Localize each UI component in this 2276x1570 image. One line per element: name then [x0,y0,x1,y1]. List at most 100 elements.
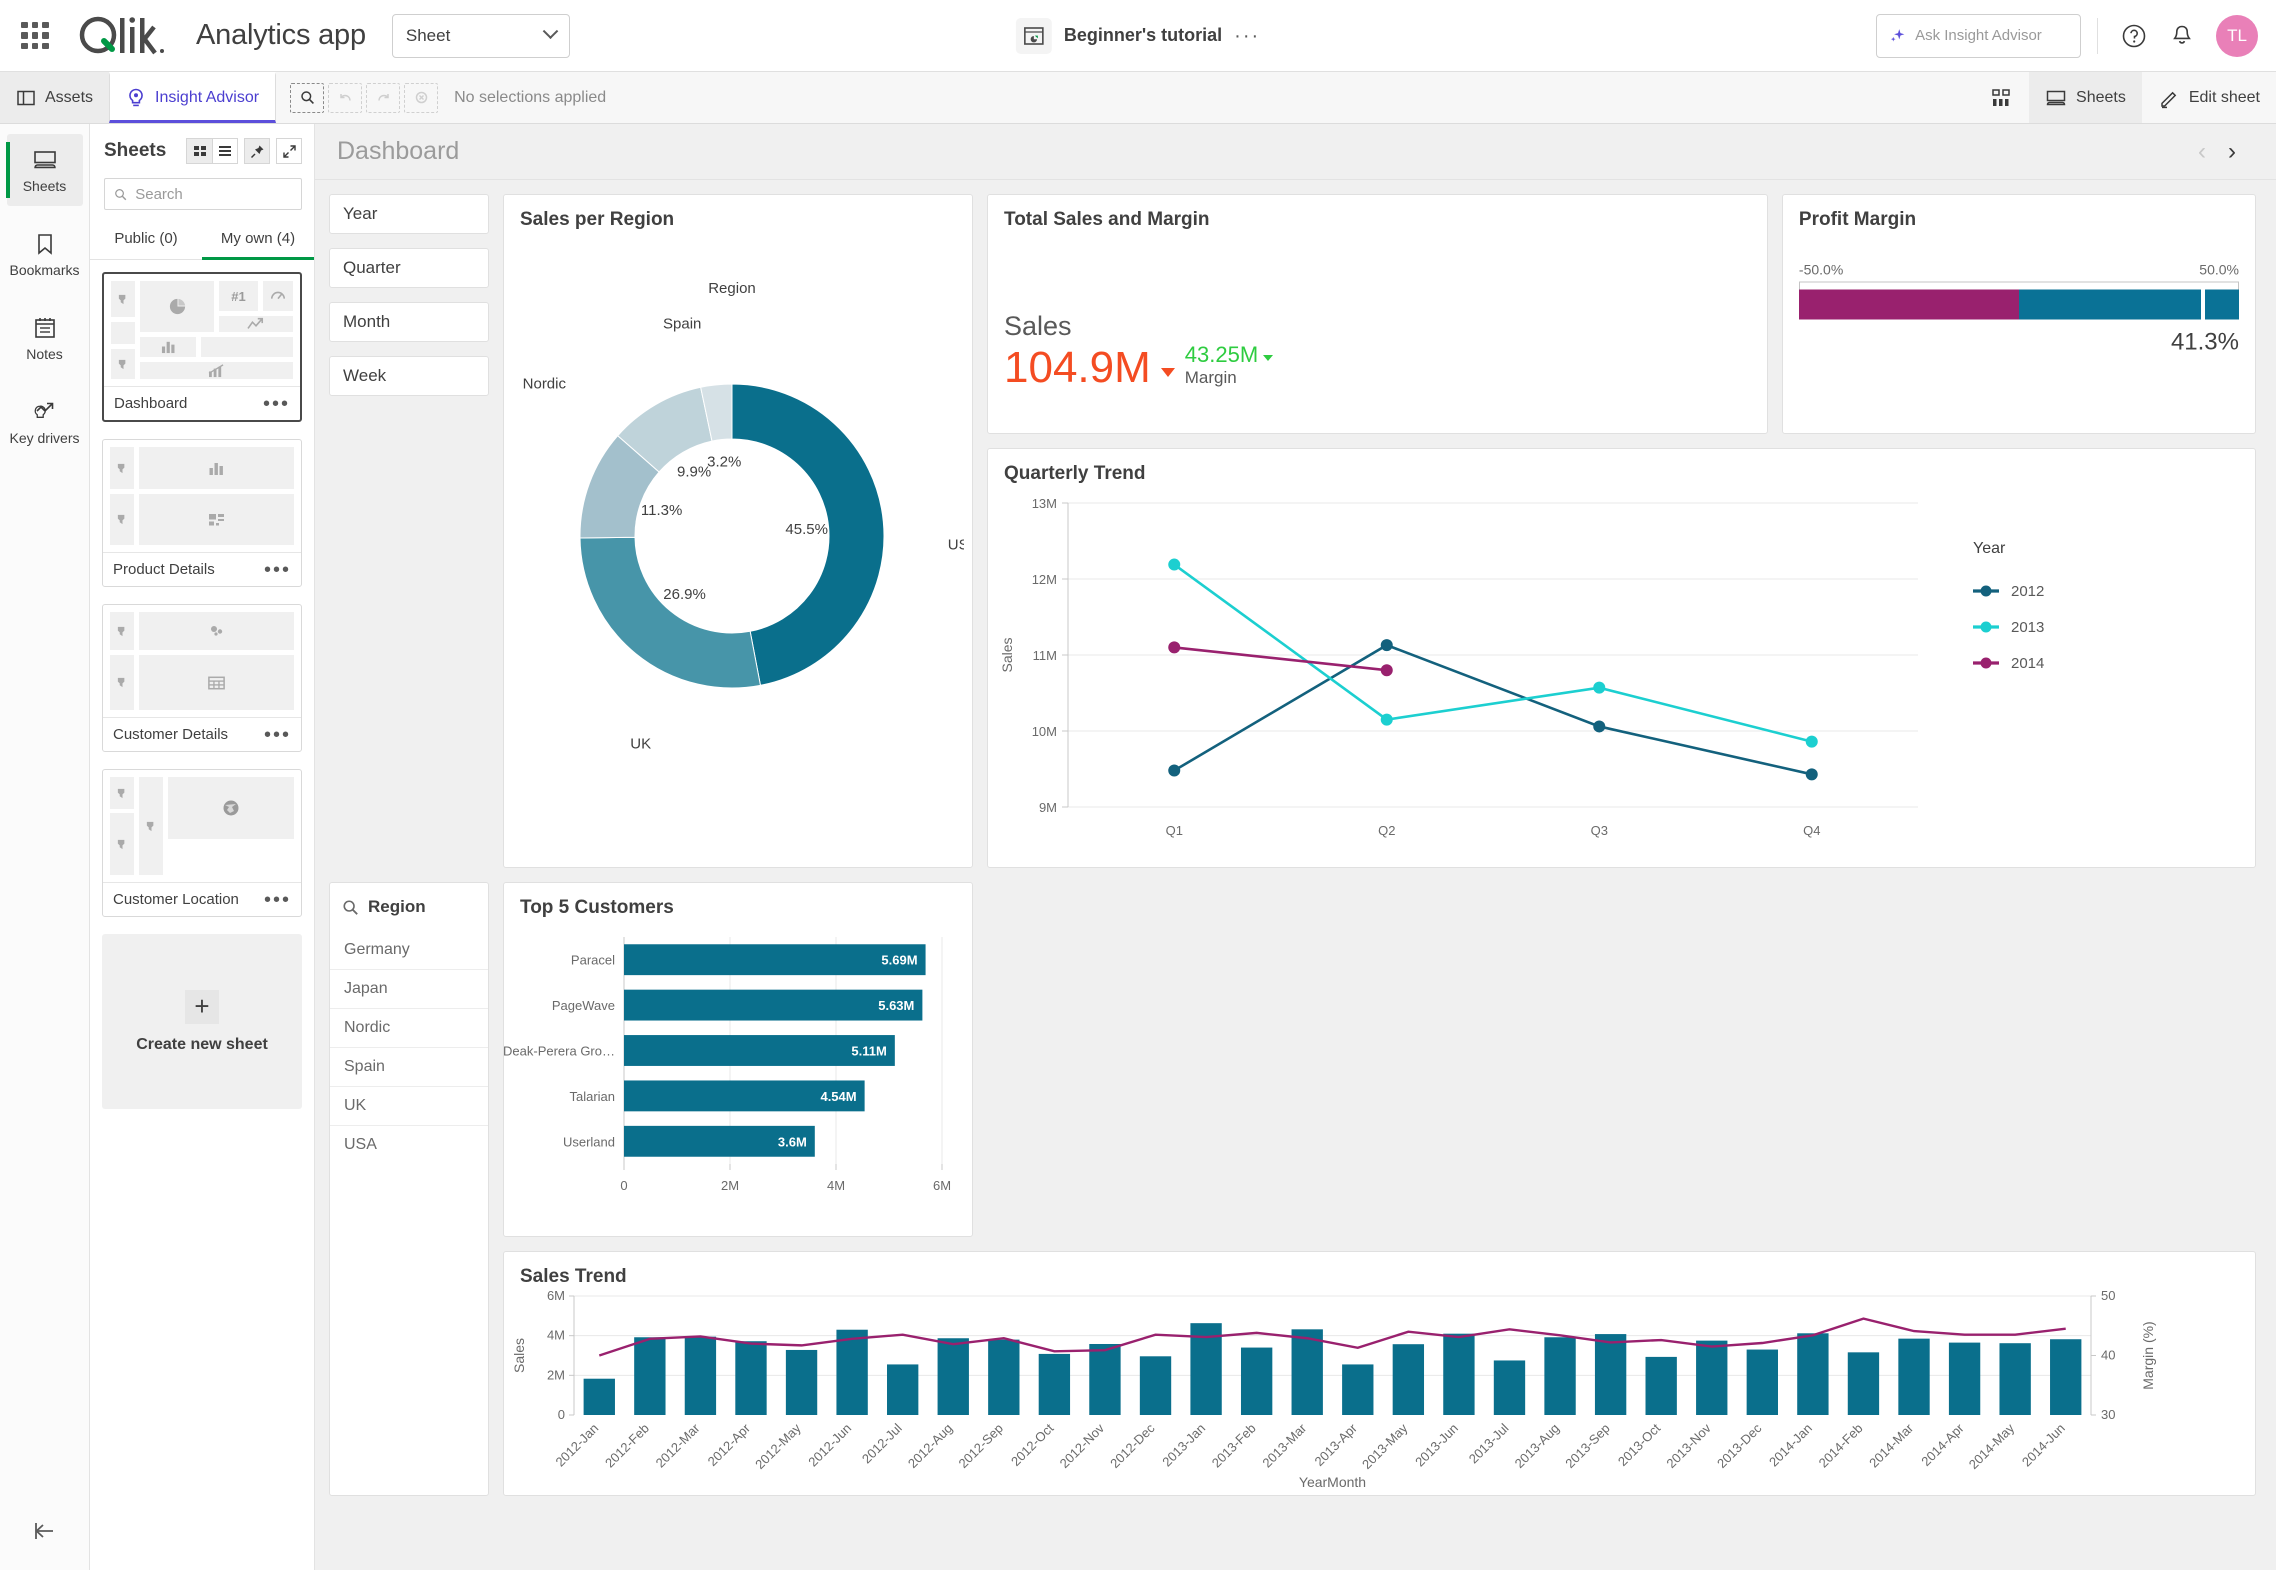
sheet-card-footer: Product Details ••• [103,552,301,586]
sidebar-item-notes[interactable]: Notes [7,302,83,374]
list-item[interactable]: Nordic [330,1008,488,1047]
filter-quarter[interactable]: Quarter [329,248,489,288]
sheet-card-menu-button[interactable]: ••• [264,890,291,910]
sheets-search[interactable] [104,178,302,210]
sheet-selector[interactable]: Sheet [391,13,570,58]
app-launcher-icon[interactable] [18,19,52,53]
clear-selections-icon[interactable] [404,82,439,113]
insight-advisor-tab[interactable]: Insight Advisor [109,72,277,123]
plus-icon: + [185,989,219,1024]
insight-advisor-label: Insight Advisor [155,88,260,106]
ask-insight-advisor-box[interactable] [1876,13,2081,58]
ask-insight-advisor-input[interactable] [1915,27,2068,44]
kpi-profit-margin[interactable]: Profit Margin -50.0% 50.0% 41.3% [1781,194,2256,434]
sheet-card-customer-location[interactable]: Customer Location ••• [102,769,302,917]
thumb-treemap-icon [139,494,294,545]
svg-text:6M: 6M [933,1178,951,1193]
svg-text:2013-Jan: 2013-Jan [1159,1421,1208,1470]
chart-quarterly-trend[interactable]: Quarterly Trend 9M 10M 11M 12M 13M Sales Q1 Q2 Q… [987,448,2256,868]
grid-view-icon[interactable] [186,138,212,164]
svg-text:45.5%: 45.5% [785,521,828,538]
chart-sales-per-region[interactable]: Sales per Region Region 45.5% USA 26.9% UK 11… [503,194,973,868]
svg-text:Q4: Q4 [1803,823,1820,838]
tab-my-own[interactable]: My own (4) [202,224,314,260]
svg-text:Talarian: Talarian [569,1089,615,1104]
gauge-axis [1798,281,2239,290]
list-item[interactable]: USA [330,1125,488,1164]
help-icon[interactable] [2114,16,2154,56]
region-pane-header[interactable]: Region [330,883,488,931]
donut-chart[interactable]: Region45.5%USA26.9%UK11.3%Japan9.9%Nordi… [504,231,964,831]
chart-top-5-customers[interactable]: Top 5 Customers 0 2M 4M 6M Paracel 5.69M PageW… [503,882,973,1237]
sheet-card-footer: Customer Location ••• [103,882,301,916]
chart-sales-trend[interactable]: Sales Trend 0 2M 4M 6M 30 40 50 Sales Margin (%)… [503,1251,2256,1496]
current-app: Beginner's tutorial ··· [1015,17,1260,54]
sheet-card-product-details[interactable]: Product Details ••• [102,439,302,587]
kpi-total-sales-and-margin[interactable]: Total Sales and Margin Sales 104.9M 43.2… [987,194,1768,434]
horizontal-bar-chart[interactable]: 0 2M 4M 6M Paracel 5.69M PageWave 5.63M Deak-Per… [504,919,964,1224]
svg-text:4M: 4M [827,1178,845,1193]
sheet-card-menu-button[interactable]: ••• [264,725,291,745]
sheets-label: Sheets [2076,88,2126,106]
svg-text:11.3%: 11.3% [641,502,682,519]
svg-text:YearMonth: YearMonth [1299,1474,1366,1490]
sidebar-item-bookmarks[interactable]: Bookmarks [7,218,83,290]
next-sheet-icon[interactable]: › [2228,138,2236,166]
list-view-icon[interactable] [212,138,238,164]
line-chart[interactable]: 9M 10M 11M 12M 13M Sales Q1 Q2 Q3 Q4 Year 2012 2013 2… [988,485,2168,865]
list-item[interactable]: UK [330,1086,488,1125]
search-input[interactable] [135,185,292,203]
thumb-filter-icon [111,322,135,344]
step-back-icon[interactable] [328,82,363,113]
assets-button[interactable]: Assets [0,72,110,123]
svg-text:2013-Sep: 2013-Sep [1562,1421,1612,1471]
sheet-card-customer-details[interactable]: Customer Details ••• [102,604,302,752]
sheet-card-title: Customer Details [113,726,229,743]
sheet-card-menu-button[interactable]: ••• [264,560,291,580]
kpi-sales-value: 104.9M [1004,342,1151,392]
filter-year[interactable]: Year [329,194,489,234]
pin-panel-icon[interactable] [244,138,270,164]
app-menu-button[interactable]: ··· [1234,26,1260,46]
avatar[interactable]: TL [2216,14,2258,57]
filter-pane-region: Region Germany Japan Nordic Spain UK USA [329,882,489,1496]
step-forward-icon[interactable] [366,82,401,113]
svg-text:2012: 2012 [2011,583,2044,600]
svg-text:9.9%: 9.9% [677,463,711,480]
notifications-bell-icon[interactable] [2162,16,2202,56]
thumb-table-icon [139,655,294,710]
edit-sheet-button[interactable]: Edit sheet [2142,72,2276,123]
previous-sheet-icon[interactable]: ‹ [2198,138,2206,166]
sidebar-item-sheets[interactable]: Sheets [5,134,83,206]
sheets-panel-header: Sheets [90,124,314,172]
sheets-icon [2046,90,2066,105]
filter-week[interactable]: Week [329,356,489,396]
svg-text:Q3: Q3 [1591,823,1608,838]
combo-chart[interactable]: 02M4M6M304050Sales Margin (%)2012-Jan 2012… [504,1288,2169,1493]
sheets-tabs: Public (0) My own (4) [90,224,314,260]
main-body: Sheets Bookmarks Notes Key drivers Sheet… [0,124,2276,1570]
sheet-card-menu-button[interactable]: ••• [263,394,290,414]
thumb-bar-icon [140,337,196,357]
filter-month[interactable]: Month [329,302,489,342]
chart-title: Sales Trend [520,1266,627,1287]
svg-text:2013: 2013 [2011,619,2044,636]
svg-text:2012-Jun: 2012-Jun [805,1421,854,1470]
collapse-panel-icon[interactable] [31,1519,59,1548]
sheet-selector-label: Sheet [405,25,451,45]
svg-text:5.11M: 5.11M [851,1044,886,1059]
list-item[interactable]: Germany [330,931,488,969]
expand-panel-icon[interactable] [276,138,302,164]
list-item[interactable]: Japan [330,969,488,1008]
sidebar-item-key-drivers[interactable]: Key drivers [7,386,83,458]
sidebar-item-label: Key drivers [9,429,80,446]
charts-view-icon[interactable] [1973,72,2029,123]
list-item[interactable]: Spain [330,1047,488,1086]
create-new-sheet-button[interactable]: + Create new sheet [102,934,302,1109]
selections-search-icon[interactable] [290,82,325,113]
gauge-min-label: -50.0% [1798,261,1844,278]
sheet-card-dashboard[interactable]: #1 Dashboard ••• [102,272,302,422]
sheets-panel-title: Sheets [104,140,167,161]
tab-public[interactable]: Public (0) [90,224,202,260]
sheets-button[interactable]: Sheets [2029,72,2142,123]
